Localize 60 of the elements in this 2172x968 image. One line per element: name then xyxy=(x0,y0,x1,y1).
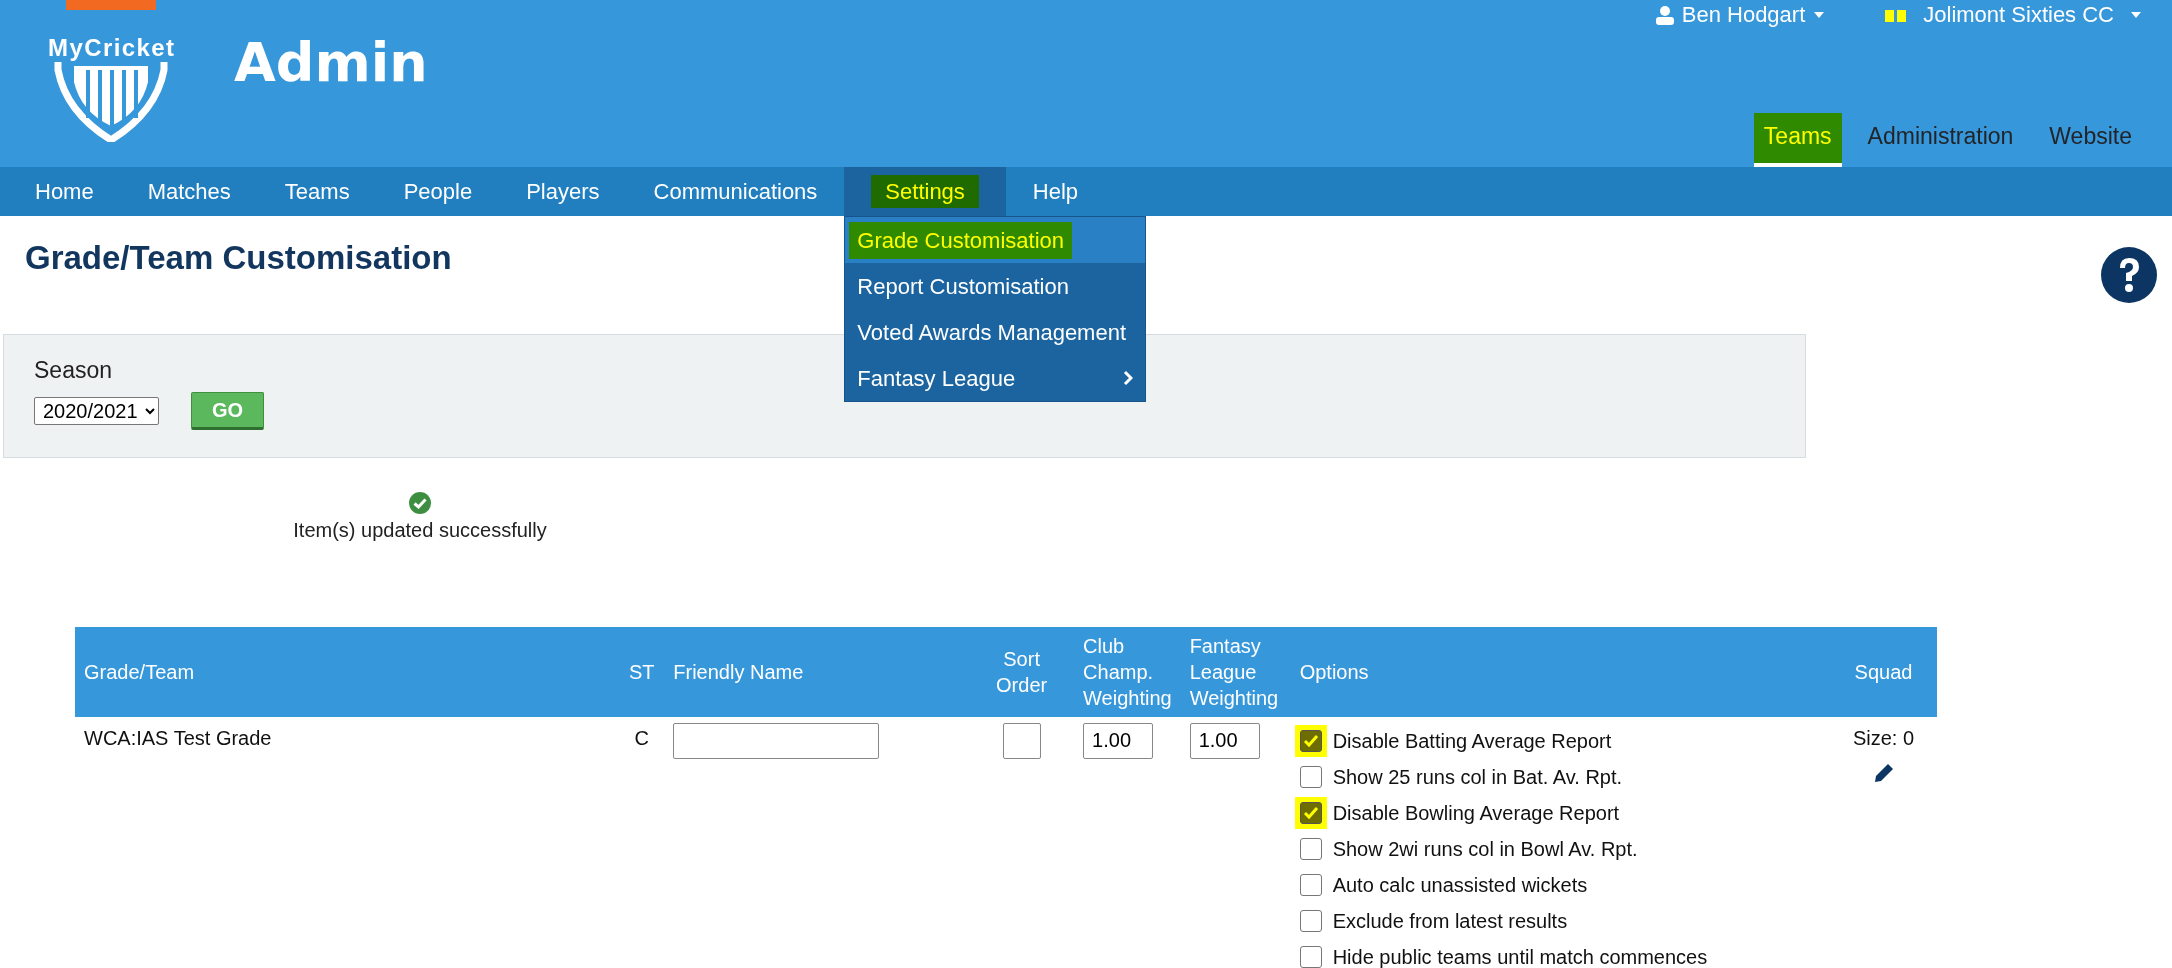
column-header: ST xyxy=(619,626,665,717)
season-select[interactable]: 2020/2021 xyxy=(34,396,159,425)
check-circle-icon xyxy=(408,490,432,515)
caret-icon xyxy=(1813,10,1826,19)
menu-item[interactable]: Help xyxy=(1005,167,1106,216)
weighting-field[interactable]: 1.00 xyxy=(1189,722,1260,759)
user-menu[interactable]: Ben Hodgart xyxy=(1655,0,1826,31)
user-icon xyxy=(1655,4,1674,25)
top-nav-link[interactable]: Administration xyxy=(1857,112,2024,167)
top-nav-link[interactable]: Teams xyxy=(1753,112,1842,167)
menu-item[interactable]: Communications xyxy=(626,167,845,216)
top-nav-link[interactable]: Website xyxy=(2039,112,2142,167)
checkbox[interactable] xyxy=(1299,909,1322,932)
menu-item[interactable]: Matches xyxy=(120,167,258,216)
column-header: Grade/Team xyxy=(75,626,620,717)
menu-item[interactable]: Players xyxy=(499,167,627,216)
club-menu[interactable]: Jolimont Sixties CC xyxy=(1885,0,2142,31)
dropdown-item[interactable]: Grade Customisation xyxy=(845,217,1146,263)
option-label: Disable Batting Average Report xyxy=(1332,728,1612,754)
column-header: Friendly Name xyxy=(664,626,970,717)
column-header: Options xyxy=(1290,626,1830,717)
menu-item[interactable]: Settings xyxy=(844,167,1006,216)
menu-item[interactable]: Home xyxy=(8,167,121,216)
menu-item[interactable]: People xyxy=(376,167,500,216)
caret-icon xyxy=(2130,10,2142,19)
option-label: Hide public teams until match commences xyxy=(1332,944,1708,968)
option-label: Show 2wi runs col in Bowl Av. Rpt. xyxy=(1332,836,1638,862)
club-icon xyxy=(1885,7,1908,22)
page-title: Grade/Team Customisation xyxy=(25,238,452,278)
column-header: Fantasy League Weighting xyxy=(1180,626,1291,717)
table-cell: WCA:IAS Test Grade xyxy=(75,716,620,968)
sort-order-field[interactable] xyxy=(1002,722,1041,759)
squad-size: Size: 0 xyxy=(1851,725,1916,751)
logo[interactable]: MyCricket xyxy=(36,0,186,142)
option-label: Disable Bowling Average Report xyxy=(1332,800,1620,826)
season-label: Season xyxy=(34,356,112,385)
checkbox[interactable] xyxy=(1299,801,1322,824)
column-header: Sort Order xyxy=(969,626,1075,717)
dropdown-item[interactable]: Fantasy League xyxy=(845,355,1146,401)
dropdown-item[interactable]: Report Customisation xyxy=(845,263,1146,309)
option-label: Auto calc unassisted wickets xyxy=(1332,872,1588,898)
option-label: Exclude from latest results xyxy=(1332,908,1568,934)
checkbox[interactable] xyxy=(1299,765,1322,788)
page-heading: Admin xyxy=(234,30,428,96)
checkbox[interactable] xyxy=(1299,945,1322,968)
checkbox[interactable] xyxy=(1299,873,1322,896)
go-button[interactable]: GO xyxy=(191,391,265,430)
friendly-name-field[interactable] xyxy=(673,722,880,759)
chevron-right-icon xyxy=(1123,370,1134,386)
column-header: Squad xyxy=(1830,626,1937,717)
option-label: Show 25 runs col in Bat. Av. Rpt. xyxy=(1332,764,1623,790)
weighting-field[interactable]: 1.00 xyxy=(1083,722,1154,759)
status-message: Item(s) updated successfully xyxy=(293,518,547,541)
table-cell: C xyxy=(619,716,665,968)
checkbox[interactable] xyxy=(1299,837,1322,860)
dropdown-item[interactable]: Voted Awards Management xyxy=(845,309,1146,355)
checkbox[interactable] xyxy=(1299,729,1322,752)
column-header: Club Champ. Weighting xyxy=(1074,626,1181,717)
menu-item[interactable]: Teams xyxy=(257,167,377,216)
help-icon[interactable] xyxy=(2100,246,2158,304)
